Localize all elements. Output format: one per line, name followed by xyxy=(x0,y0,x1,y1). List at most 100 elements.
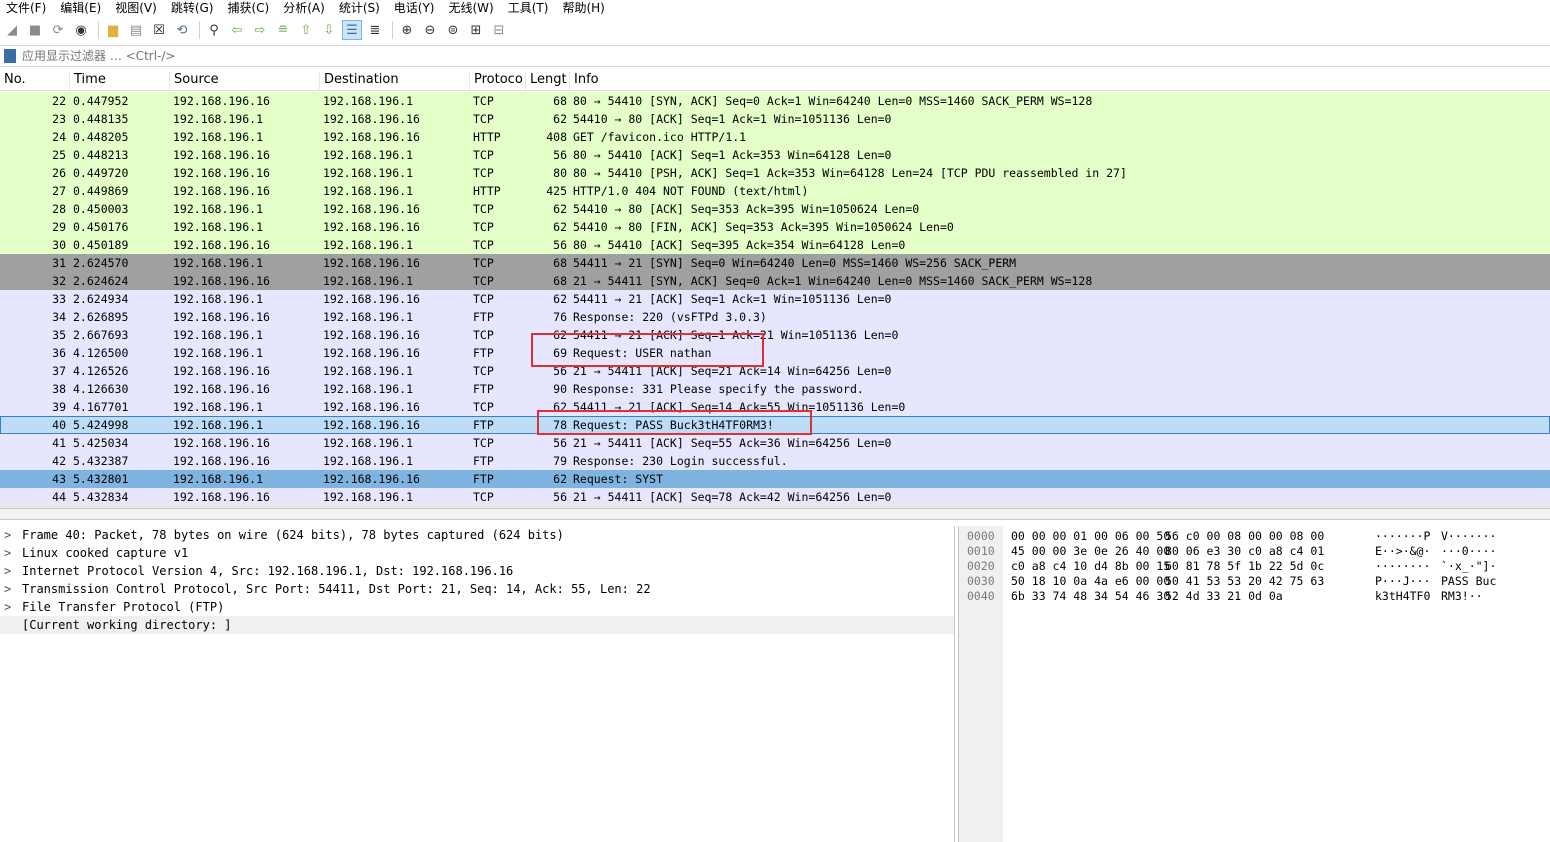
go-back-icon[interactable]: ⇦ xyxy=(227,20,247,40)
packet-cell-len: 62 xyxy=(553,202,567,216)
reload-icon[interactable]: ⟲ xyxy=(172,20,192,40)
packet-cell-dst: 192.168.196.1 xyxy=(323,382,414,396)
go-last-icon[interactable]: ⇩ xyxy=(319,20,339,40)
detail-tree-item[interactable]: > File Transfer Protocol (FTP) xyxy=(0,598,954,616)
column-header-info[interactable]: Info xyxy=(570,72,1550,90)
packet-row[interactable]: 30 0.450189 192.168.196.16 192.168.196.1 TCP… xyxy=(0,236,1550,254)
packet-row[interactable]: 34 2.626895 192.168.196.16 192.168.196.1 FTP… xyxy=(0,308,1550,326)
packet-cell-src: 192.168.196.16 xyxy=(173,274,270,288)
packet-cell-len: 56 xyxy=(553,490,567,503)
column-header-source[interactable]: Source xyxy=(170,72,320,90)
detail-tree-item[interactable]: > Frame 40: Packet, 78 bytes on wire (624… xyxy=(0,526,954,544)
autoscroll-icon[interactable]: ☰ xyxy=(342,20,362,40)
packet-row[interactable]: 29 0.450176 192.168.196.1 192.168.196.16 TCP… xyxy=(0,218,1550,236)
packet-cell-no: 23 xyxy=(52,112,66,126)
go-to-packet-icon[interactable]: ≘ xyxy=(273,20,293,40)
menu-item[interactable]: 编辑(E) xyxy=(54,1,109,15)
zoom-in-icon[interactable]: ⊕ xyxy=(397,20,417,40)
display-filter-input[interactable] xyxy=(20,48,1524,64)
packet-row[interactable]: 35 2.667693 192.168.196.1 192.168.196.16 TCP… xyxy=(0,326,1550,344)
packet-cell-proto: FTP xyxy=(473,454,494,468)
packet-cell-proto: TCP xyxy=(473,220,494,234)
pane-splitter[interactable] xyxy=(0,508,1550,520)
packet-cell-no: 38 xyxy=(52,382,66,396)
column-header-time[interactable]: Time xyxy=(70,72,170,90)
menu-item[interactable]: 捕获(C) xyxy=(221,1,277,15)
column-header-length[interactable]: Lengt xyxy=(526,72,570,90)
toolbar-separator xyxy=(98,21,99,39)
menu-item[interactable]: 视图(V) xyxy=(109,1,165,15)
packet-row[interactable]: 41 5.425034 192.168.196.16 192.168.196.1 TCP… xyxy=(0,434,1550,452)
zoom-normal-icon[interactable]: ⊜ xyxy=(443,20,463,40)
packet-row[interactable]: 27 0.449869 192.168.196.16 192.168.196.1 HTT… xyxy=(0,182,1550,200)
packet-cell-info: HTTP/1.0 404 NOT FOUND (text/html) xyxy=(573,184,809,198)
open-folder-icon[interactable]: ▆ xyxy=(103,20,123,40)
packet-row[interactable]: 33 2.624934 192.168.196.1 192.168.196.16 TCP… xyxy=(0,290,1550,308)
packet-cell-proto: TCP xyxy=(473,148,494,162)
packet-cell-len: 68 xyxy=(553,256,567,270)
menu-item[interactable]: 工具(T) xyxy=(502,1,557,15)
shark-fin-start-icon[interactable]: ◢ xyxy=(2,20,22,40)
go-forward-icon[interactable]: ⇨ xyxy=(250,20,270,40)
bookmark-icon[interactable] xyxy=(4,49,16,63)
packet-row[interactable]: 28 0.450003 192.168.196.1 192.168.196.16 TCP… xyxy=(0,200,1550,218)
packet-row[interactable]: 44 5.432834 192.168.196.16 192.168.196.1 TCP… xyxy=(0,488,1550,503)
column-header-destination[interactable]: Destination xyxy=(320,72,470,90)
close-file-icon[interactable]: ☒ xyxy=(149,20,169,40)
stop-icon[interactable]: ■ xyxy=(25,20,45,40)
detail-tree-item[interactable]: > Internet Protocol Version 4, Src: 192.1… xyxy=(0,562,954,580)
packet-row[interactable]: 26 0.449720 192.168.196.16 192.168.196.1 TCP… xyxy=(0,164,1550,182)
save-icon[interactable]: ▤ xyxy=(126,20,146,40)
menu-item[interactable]: 帮助(H) xyxy=(556,1,612,15)
packet-row[interactable]: 42 5.432387 192.168.196.16 192.168.196.1 FTP… xyxy=(0,452,1550,470)
menu-bar: 文件(F) 编辑(E) 视图(V) 跳转(G) 捕获(C) 分析(A) 统计(S) 电话(Y)… xyxy=(0,0,1550,15)
colorize-icon[interactable]: ≣ xyxy=(365,20,385,40)
detail-tree-item[interactable]: > Transmission Control Protocol, Src Port… xyxy=(0,580,954,598)
hex-cell-h1: 00 00 00 01 00 06 00 50 xyxy=(1011,529,1171,543)
find-packet-icon[interactable]: ⚲ xyxy=(204,20,224,40)
menu-item[interactable]: 分析(A) xyxy=(277,1,333,15)
packet-row[interactable]: 37 4.126526 192.168.196.16 192.168.196.1 TCP… xyxy=(0,362,1550,380)
capture-options-icon[interactable]: ◉ xyxy=(71,20,91,40)
expand-arrow-icon[interactable]: > xyxy=(4,580,11,598)
packet-cell-proto: FTP xyxy=(473,472,494,486)
detail-tree-item[interactable]: > Linux cooked capture v1 xyxy=(0,544,954,562)
column-header-no[interactable]: No. xyxy=(0,72,70,90)
menu-item[interactable]: 文件(F) xyxy=(0,1,54,15)
packet-cell-src: 192.168.196.16 xyxy=(173,94,270,108)
restart-icon[interactable]: ⟳ xyxy=(48,20,68,40)
expand-arrow-icon[interactable]: > xyxy=(4,562,11,580)
zoom-out-icon[interactable]: ⊖ xyxy=(420,20,440,40)
packet-row[interactable]: 38 4.126630 192.168.196.16 192.168.196.1 FTP… xyxy=(0,380,1550,398)
menu-item[interactable]: 跳转(G) xyxy=(165,1,222,15)
packet-row[interactable]: 32 2.624624 192.168.196.16 192.168.196.1 TCP… xyxy=(0,272,1550,290)
packet-cell-no: 24 xyxy=(52,130,66,144)
packet-cell-proto: TCP xyxy=(473,94,494,108)
menu-item[interactable]: 无线(W) xyxy=(443,1,502,15)
detail-tree-item[interactable]: [Current working directory: ] xyxy=(0,616,954,634)
packet-row[interactable]: 25 0.448213 192.168.196.16 192.168.196.1 TCP… xyxy=(0,146,1550,164)
packet-row[interactable]: 36 4.126500 192.168.196.1 192.168.196.16 FTP… xyxy=(0,344,1550,362)
packet-row[interactable]: 43 5.432801 192.168.196.1 192.168.196.16 FTP… xyxy=(0,470,1550,488)
packet-cell-src: 192.168.196.1 xyxy=(173,112,264,126)
packet-cell-no: 28 xyxy=(52,202,66,216)
hex-cell-h2: 52 4d 33 21 0d 0a xyxy=(1165,589,1283,603)
packet-row[interactable]: 23 0.448135 192.168.196.1 192.168.196.16 TCP… xyxy=(0,110,1550,128)
expand-arrow-icon[interactable]: > xyxy=(4,544,11,562)
menu-item[interactable]: 电话(Y) xyxy=(388,1,443,15)
packet-cell-time: 5.425034 xyxy=(73,436,129,450)
packet-row[interactable]: 31 2.624570 192.168.196.1 192.168.196.16 TCP… xyxy=(0,254,1550,272)
layout-icon[interactable]: ⊟ xyxy=(489,20,509,40)
expand-arrow-icon[interactable]: > xyxy=(4,526,11,544)
menu-item[interactable]: 统计(S) xyxy=(333,1,388,15)
go-first-icon[interactable]: ⇧ xyxy=(296,20,316,40)
packet-cell-no: 29 xyxy=(52,220,66,234)
packet-cell-len: 62 xyxy=(553,292,567,306)
hex-cell-a1: ·······P xyxy=(1375,529,1431,543)
packet-cell-len: 62 xyxy=(553,220,567,234)
expand-arrow-icon[interactable]: > xyxy=(4,598,11,616)
resize-columns-icon[interactable]: ⊞ xyxy=(466,20,486,40)
packet-row[interactable]: 22 0.447952 192.168.196.16 192.168.196.1 TCP… xyxy=(0,92,1550,110)
column-header-protocol[interactable]: Protoco xyxy=(470,72,526,90)
packet-row[interactable]: 24 0.448205 192.168.196.1 192.168.196.16 HTT… xyxy=(0,128,1550,146)
